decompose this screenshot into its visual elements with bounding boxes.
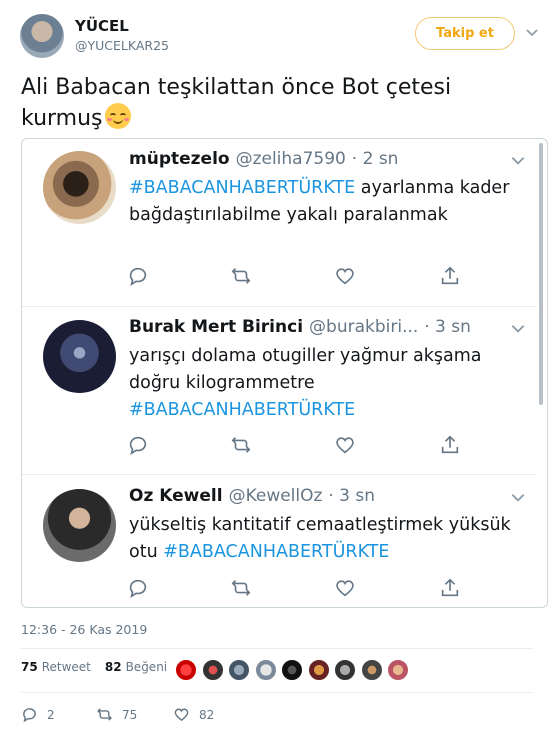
avatar[interactable]: [334, 659, 356, 681]
quoted-author-handle[interactable]: @burakbiri...: [309, 317, 418, 337]
like-icon[interactable]: [334, 577, 356, 599]
reply-count: 2: [47, 707, 55, 722]
liker-avatars: [175, 659, 414, 681]
tweet-timestamp[interactable]: 12:36 - 26 Kas 2019: [21, 622, 147, 637]
retweet-icon[interactable]: [230, 577, 252, 599]
tweet-text: Ali Babacan teşkilattan önce Bot çetesi …: [21, 72, 521, 134]
chevron-down-icon[interactable]: [509, 151, 527, 169]
like-stat-count: 82: [104, 660, 122, 674]
quoted-time[interactable]: · 3 sn: [424, 317, 471, 337]
retweet-count: 75: [122, 707, 138, 722]
avatar[interactable]: [281, 659, 303, 681]
like-icon[interactable]: [334, 265, 356, 287]
retweet-button[interactable]: 75: [96, 706, 137, 723]
author-handle[interactable]: @YUCELKAR25: [75, 38, 169, 53]
avatar[interactable]: [175, 659, 197, 681]
avatar[interactable]: [254, 659, 277, 681]
share-icon[interactable]: [439, 265, 461, 287]
quoted-text-content: yarışçı dolama otugiller yağmur akşama d…: [129, 346, 482, 393]
quoted-tweets-card[interactable]: müptezelo @zeliha7590 · 2 sn #BABACANHABE…: [21, 138, 548, 608]
quoted-time[interactable]: · 2 sn: [352, 149, 399, 169]
avatar[interactable]: [387, 659, 409, 681]
avatar[interactable]: [228, 659, 250, 681]
quoted-tweet[interactable]: müptezelo @zeliha7590 · 2 sn #BABACANHABE…: [22, 139, 537, 307]
retweet-icon: [97, 708, 112, 721]
avatar[interactable]: [43, 320, 116, 393]
quoted-author-handle[interactable]: @zeliha7590: [236, 149, 346, 169]
quoted-text: yükseltiş kantitatif cemaatleştirmek yük…: [129, 512, 519, 566]
quoted-actions: [127, 434, 467, 458]
scrollbar[interactable]: [539, 143, 543, 405]
divider: [21, 648, 533, 649]
like-count: 82: [199, 707, 215, 722]
quoted-author-name[interactable]: Burak Mert Birinci: [129, 317, 303, 337]
quoted-author-handle[interactable]: @KewellOz: [229, 486, 323, 506]
hashtag-link[interactable]: #BABACANHABERTÜRKTE: [129, 178, 355, 198]
quoted-tweet[interactable]: Oz Kewell @KewellOz · 3 sn yükseltiş kant…: [22, 475, 537, 607]
quoted-author[interactable]: Burak Mert Birinci @burakbiri... · 3 sn: [129, 317, 471, 337]
tweet-header: YÜCEL @YUCELKAR25 Takip et: [0, 0, 553, 70]
retweet-stat-label: Retweet: [41, 660, 91, 674]
quoted-author[interactable]: Oz Kewell @KewellOz · 3 sn: [129, 486, 375, 506]
reply-icon: [23, 708, 36, 723]
blush-emoji-icon: [104, 103, 131, 129]
tweet-text-content: Ali Babacan teşkilattan önce Bot çetesi …: [21, 75, 452, 131]
avatar[interactable]: [307, 659, 330, 681]
quoted-author-name[interactable]: Oz Kewell: [129, 486, 223, 506]
retweet-icon[interactable]: [230, 434, 252, 456]
like-stat[interactable]: 82 Beğeni: [105, 660, 167, 674]
follow-button[interactable]: Takip et: [415, 17, 515, 50]
retweet-icon[interactable]: [230, 265, 252, 287]
avatar[interactable]: [43, 489, 116, 562]
chevron-down-icon[interactable]: [509, 488, 527, 506]
share-icon[interactable]: [439, 434, 461, 456]
quoted-author[interactable]: müptezelo @zeliha7590 · 2 sn: [129, 149, 398, 169]
author-name[interactable]: YÜCEL: [75, 17, 129, 35]
like-button[interactable]: 82: [173, 706, 214, 723]
quoted-actions: [127, 265, 467, 289]
chevron-down-icon[interactable]: [524, 24, 540, 40]
author-avatar[interactable]: [20, 14, 64, 58]
hashtag-link[interactable]: #BABACANHABERTÜRKTE: [163, 542, 389, 562]
quoted-time[interactable]: · 3 sn: [328, 486, 375, 506]
quoted-author-name[interactable]: müptezelo: [129, 149, 230, 169]
chevron-down-icon[interactable]: [509, 319, 527, 337]
quoted-text: yarışçı dolama otugiller yağmur akşama d…: [129, 343, 519, 424]
avatar[interactable]: [201, 659, 224, 681]
quoted-tweet[interactable]: Burak Mert Birinci @burakbiri... · 3 sn y…: [22, 307, 537, 475]
avatar[interactable]: [360, 659, 383, 681]
reply-icon[interactable]: [127, 577, 149, 599]
quoted-actions: [127, 577, 467, 601]
retweet-stat[interactable]: 75 Retweet: [21, 660, 91, 674]
like-stat-label: Beğeni: [125, 660, 168, 674]
tweet-stats: 75 Retweet 82 Beğeni: [21, 660, 181, 674]
retweet-stat-count: 75: [21, 660, 38, 674]
reply-button[interactable]: 2: [21, 706, 55, 723]
quoted-text: #BABACANHABERTÜRKTE ayarlanma kader bağd…: [129, 175, 519, 229]
divider: [21, 692, 533, 693]
hashtag-link[interactable]: #BABACANHABERTÜRKTE: [129, 400, 355, 420]
reply-icon[interactable]: [127, 434, 149, 456]
like-icon[interactable]: [334, 434, 356, 456]
avatar[interactable]: [43, 151, 116, 224]
like-icon: [174, 708, 189, 722]
reply-icon[interactable]: [127, 265, 149, 287]
share-icon[interactable]: [439, 577, 461, 599]
